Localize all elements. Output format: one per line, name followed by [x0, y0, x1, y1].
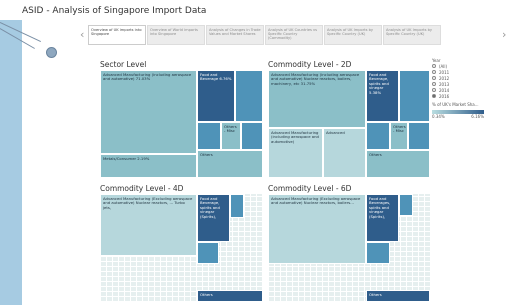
tabs-prev-icon[interactable]: ‹ [80, 28, 84, 41]
c2d-cell-others2[interactable]: Others [366, 150, 430, 178]
c4d-cell-food[interactable]: Food and Beverage, spirits and vinegar (… [197, 194, 230, 242]
tab-overview-world[interactable]: Overview of World imports into Singapore [147, 25, 205, 45]
radio-icon[interactable] [432, 82, 436, 86]
radio-icon[interactable] [432, 76, 436, 80]
c4d-cell-adv[interactable]: Advanced Manufacturing (Excluding aerosp… [100, 194, 197, 256]
decorative-dot-icon [46, 47, 57, 58]
c2d-cell-a[interactable] [399, 70, 430, 122]
c2d-cell-adv2[interactable]: Advanced Manufacturing (including aerosp… [268, 128, 323, 178]
c6d-cell-adv[interactable]: Advanced Manufacturing (Excluding aerosp… [268, 194, 366, 264]
sector-cell-metals[interactable]: Metals/Consumer 2.19% [100, 154, 197, 178]
sector-cell-others1[interactable]: Others - Misc [221, 122, 241, 150]
commodity-2d-title: Commodity Level - 2D [268, 60, 352, 69]
tab-bar: Overview of UK imports into Singapore Ov… [88, 25, 442, 45]
sector-cell-b[interactable] [197, 122, 221, 150]
sector-cell-others2[interactable]: Others [197, 150, 263, 178]
c2d-cell-food[interactable]: Food and Beverage, spirits and vinegar 5… [366, 70, 399, 122]
share-min-label: 0.34% [432, 114, 445, 119]
c6d-cell-others[interactable]: Others [366, 290, 430, 302]
sector-cell-c[interactable] [241, 122, 263, 150]
sector-level-title: Sector Level [100, 60, 147, 69]
share-legend-title: % of UK's Market Sha... [432, 102, 479, 107]
commodity-4d-title: Commodity Level - 4D [100, 184, 184, 193]
commodity-6d-title: Commodity Level - 6D [268, 184, 352, 193]
c2d-cell-b[interactable] [366, 122, 390, 150]
radio-icon[interactable] [432, 70, 436, 74]
c4d-cell-others[interactable]: Others [197, 290, 263, 302]
commodity-2d-treemap: Advanced Manufacturing (including aerosp… [268, 70, 430, 178]
tab-uk-vs-country[interactable]: Analysis of UK Countries vs Specific Cou… [265, 25, 323, 45]
radio-selected-icon[interactable] [432, 94, 436, 98]
share-max-label: 6.16% [471, 114, 484, 119]
sector-cell-adv[interactable]: Advanced Manufacturing (including aerosp… [100, 70, 197, 154]
commodity-6d-treemap: Advanced Manufacturing (Excluding aerosp… [268, 194, 430, 302]
tab-uk-imports-country-2[interactable]: Analysis of UK Imports by Specific Count… [383, 25, 441, 45]
sector-cell-food[interactable]: Food and Beverage 6.76% [197, 70, 235, 122]
page-title: ASID - Analysis of Singapore Import Data [22, 6, 207, 16]
left-sidebar-band [0, 20, 22, 305]
c6d-cell-food[interactable]: Food and Beverages, spirits and vinegar … [366, 194, 399, 242]
c6d-cell-a[interactable] [366, 242, 390, 264]
year-filter-legend: Year (All) 2011 2012 2013 2014 2016 % of… [432, 58, 512, 119]
c2d-cell-c[interactable] [408, 122, 430, 150]
dashboard-frame: ASID - Analysis of Singapore Import Data… [0, 0, 522, 305]
c4d-cell-b[interactable] [230, 194, 244, 218]
year-option-selected[interactable]: 2016 [432, 93, 512, 99]
commodity-4d-treemap: Advanced Manufacturing (Excluding aerosp… [100, 194, 263, 302]
radio-icon[interactable] [432, 64, 436, 68]
c4d-cell-a[interactable] [197, 242, 219, 264]
sector-treemap: Advanced Manufacturing (including aerosp… [100, 70, 263, 178]
sector-cell-a[interactable] [235, 70, 263, 122]
c2d-cell-others1[interactable]: Others - Misc [390, 122, 408, 150]
tab-overview-uk[interactable]: Overview of UK imports into Singapore [88, 25, 146, 45]
tab-analysis-changes[interactable]: Analysis of Changes in Trade Values and … [206, 25, 264, 45]
radio-icon[interactable] [432, 88, 436, 92]
c6d-cell-b[interactable] [399, 194, 413, 216]
c2d-cell-adv[interactable]: Advanced Manufacturing (including aerosp… [268, 70, 366, 128]
tab-uk-imports-country-1[interactable]: Analysis of UK Imports by Specific Count… [324, 25, 382, 45]
tabs-next-icon[interactable]: › [502, 28, 506, 41]
c2d-cell-adv3[interactable]: Advanced [323, 128, 366, 178]
